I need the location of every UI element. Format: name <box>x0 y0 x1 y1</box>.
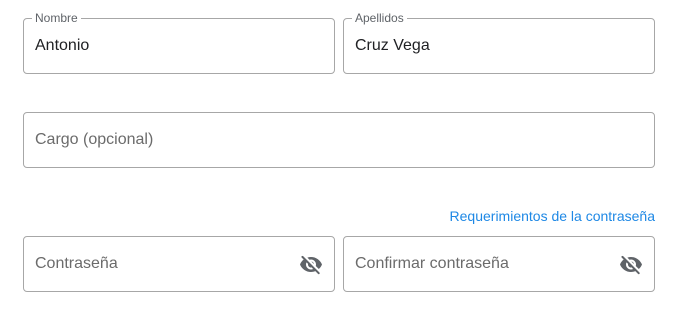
password-field[interactable]: Contraseña <box>23 236 335 292</box>
last-name-input[interactable]: Cruz Vega <box>355 36 430 56</box>
confirm-password-field[interactable]: Confirmar contraseña <box>343 236 655 292</box>
last-name-label: Apellidos <box>352 11 407 25</box>
eye-off-icon[interactable] <box>619 253 643 277</box>
position-input[interactable]: Cargo (opcional) <box>35 130 153 150</box>
position-field[interactable]: Cargo (opcional) <box>23 112 655 168</box>
password-requirements-link[interactable]: Requerimientos de la contraseña <box>450 207 655 225</box>
last-name-field[interactable]: Apellidos Cruz Vega <box>343 11 655 74</box>
eye-off-icon[interactable] <box>299 253 323 277</box>
password-input[interactable]: Contraseña <box>35 254 118 274</box>
confirm-password-input[interactable]: Confirmar contraseña <box>355 254 509 274</box>
first-name-input[interactable]: Antonio <box>35 36 89 56</box>
first-name-label: Nombre <box>32 11 81 25</box>
first-name-field[interactable]: Nombre Antonio <box>23 11 335 74</box>
